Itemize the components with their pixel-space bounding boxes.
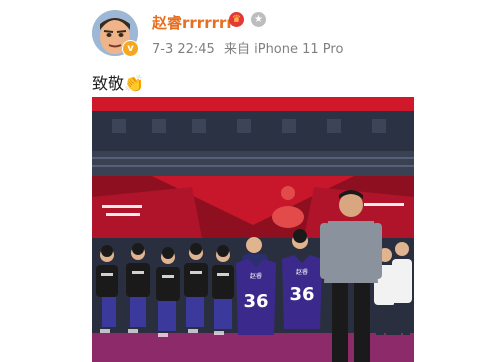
jersey-left-name: 赵睿 <box>250 272 262 280</box>
jersey-right: 赵睿 36 <box>282 255 322 329</box>
jersey-right-name: 赵睿 <box>296 268 308 276</box>
basketball-ceremony-photo: 赵睿 36 赵睿 36 <box>92 97 414 362</box>
post-source: 来自 iPhone 11 Pro <box>223 42 344 57</box>
crown-badge-icon[interactable]: ♛ <box>229 12 244 27</box>
arena-ribbon-board <box>92 97 414 111</box>
post-text: 致敬👏 <box>92 74 144 93</box>
silver-medal-badge-icon[interactable]: ★ <box>251 12 266 27</box>
post-meta: 7-3 22:45 来自 iPhone 11 Pro <box>152 38 348 57</box>
jersey-left-number: 36 <box>243 291 268 312</box>
verified-v-icon: v <box>122 40 139 57</box>
jersey-left: 赵睿 36 <box>236 259 276 335</box>
timestamp: 7-3 22:45 <box>152 42 215 57</box>
weibo-post: v 赵睿rrrrrrr ♛ ★ 7-3 22:45 来自 iPhone 11 P… <box>0 0 500 362</box>
post-photo[interactable]: 赵睿 36 赵睿 36 <box>92 97 414 362</box>
jersey-right-number: 36 <box>289 284 314 305</box>
username[interactable]: 赵睿rrrrrrr <box>152 12 234 33</box>
